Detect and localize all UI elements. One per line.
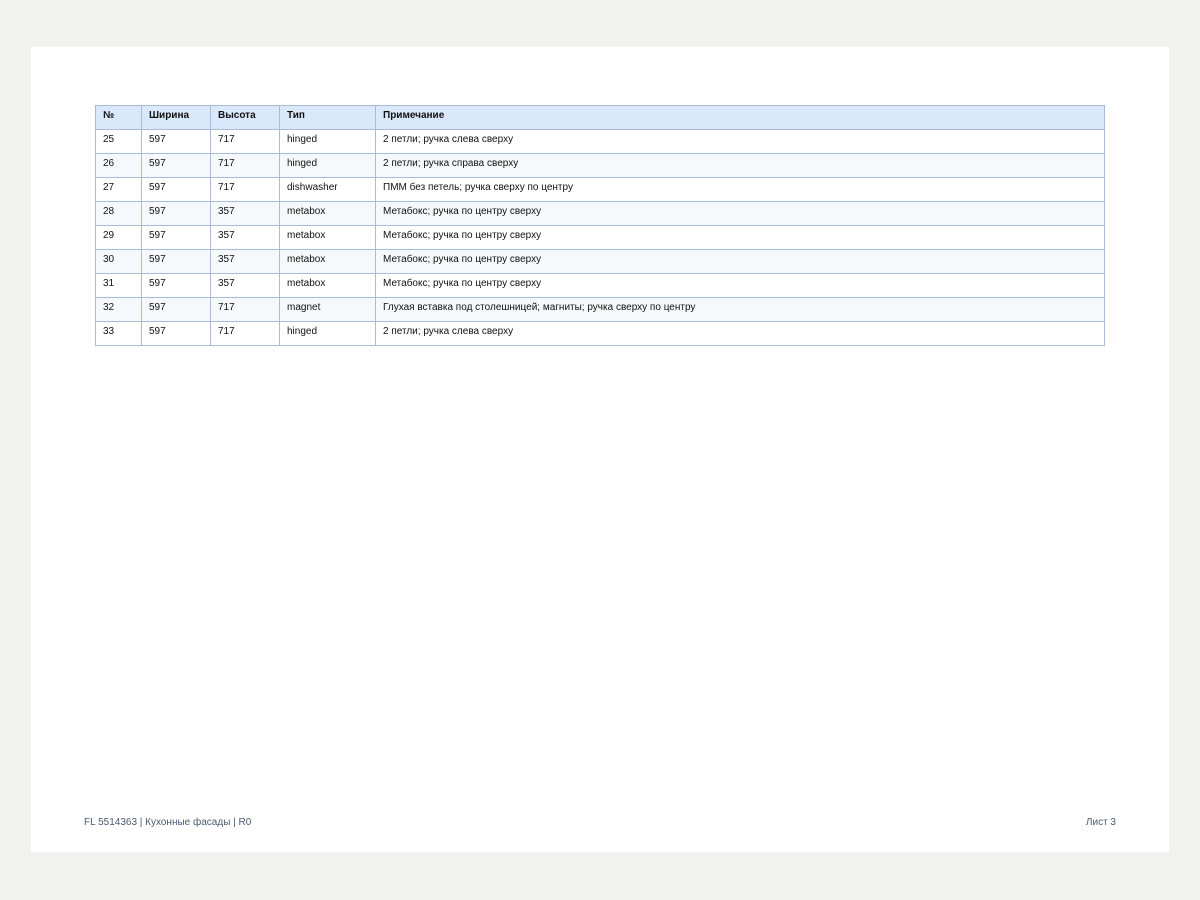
cell-width: 597 bbox=[141, 249, 211, 274]
header-height: Высота bbox=[210, 105, 280, 130]
document-page: № Ширина Высота Тип Примечание 25 597 71… bbox=[31, 47, 1169, 852]
cell-type: metabox bbox=[279, 249, 376, 274]
cell-height: 357 bbox=[210, 225, 280, 250]
cell-number: 33 bbox=[95, 321, 142, 346]
cell-width: 597 bbox=[141, 321, 211, 346]
cell-width: 597 bbox=[141, 225, 211, 250]
table-header-row: № Ширина Высота Тип Примечание bbox=[95, 105, 1105, 130]
header-note: Примечание bbox=[375, 105, 1105, 130]
cell-number: 27 bbox=[95, 177, 142, 202]
cell-width: 597 bbox=[141, 153, 211, 178]
cell-height: 357 bbox=[210, 201, 280, 226]
cell-width: 597 bbox=[141, 177, 211, 202]
cell-note: Метабокс; ручка по центру сверху bbox=[375, 225, 1105, 250]
cell-width: 597 bbox=[141, 297, 211, 322]
footer-document-info: FL 5514363 | Кухонные фасады | R0 bbox=[84, 817, 252, 828]
header-width: Ширина bbox=[141, 105, 211, 130]
cell-type: metabox bbox=[279, 201, 376, 226]
table-row: 25 597 717 hinged 2 петли; ручка слева с… bbox=[95, 129, 1105, 154]
header-number: № bbox=[95, 105, 142, 130]
cell-width: 597 bbox=[141, 201, 211, 226]
cell-height: 717 bbox=[210, 129, 280, 154]
table-row: 31 597 357 metabox Метабокс; ручка по це… bbox=[95, 273, 1105, 298]
cell-height: 357 bbox=[210, 249, 280, 274]
cell-number: 32 bbox=[95, 297, 142, 322]
cell-type: metabox bbox=[279, 273, 376, 298]
cell-note: Метабокс; ручка по центру сверху bbox=[375, 273, 1105, 298]
cell-type: metabox bbox=[279, 225, 376, 250]
table-row: 33 597 717 hinged 2 петли; ручка слева с… bbox=[95, 321, 1105, 346]
cell-note: Метабокс; ручка по центру сверху bbox=[375, 249, 1105, 274]
table-row: 32 597 717 magnet Глухая вставка под сто… bbox=[95, 297, 1105, 322]
cell-number: 25 bbox=[95, 129, 142, 154]
cell-width: 597 bbox=[141, 273, 211, 298]
cell-note: Глухая вставка под столешницей; магниты;… bbox=[375, 297, 1105, 322]
cell-note: 2 петли; ручка слева сверху bbox=[375, 129, 1105, 154]
cell-number: 30 bbox=[95, 249, 142, 274]
cell-note: 2 петли; ручка справа сверху bbox=[375, 153, 1105, 178]
cell-number: 28 bbox=[95, 201, 142, 226]
cell-height: 717 bbox=[210, 297, 280, 322]
cell-type: hinged bbox=[279, 321, 376, 346]
table-row: 28 597 357 metabox Метабокс; ручка по це… bbox=[95, 201, 1105, 226]
cell-number: 31 bbox=[95, 273, 142, 298]
table-row: 30 597 357 metabox Метабокс; ручка по це… bbox=[95, 249, 1105, 274]
facades-table: № Ширина Высота Тип Примечание 25 597 71… bbox=[95, 105, 1105, 346]
header-type: Тип bbox=[279, 105, 376, 130]
cell-note: Метабокс; ручка по центру сверху bbox=[375, 201, 1105, 226]
cell-height: 357 bbox=[210, 273, 280, 298]
cell-note: 2 петли; ручка слева сверху bbox=[375, 321, 1105, 346]
table-row: 29 597 357 metabox Метабокс; ручка по це… bbox=[95, 225, 1105, 250]
table-row: 27 597 717 dishwasher ПММ без петель; ру… bbox=[95, 177, 1105, 202]
cell-width: 597 bbox=[141, 129, 211, 154]
cell-height: 717 bbox=[210, 153, 280, 178]
cell-note: ПММ без петель; ручка сверху по центру bbox=[375, 177, 1105, 202]
cell-type: hinged bbox=[279, 129, 376, 154]
cell-type: hinged bbox=[279, 153, 376, 178]
cell-height: 717 bbox=[210, 321, 280, 346]
cell-type: dishwasher bbox=[279, 177, 376, 202]
footer-sheet-number: Лист 3 bbox=[1085, 817, 1116, 828]
table-row: 26 597 717 hinged 2 петли; ручка справа … bbox=[95, 153, 1105, 178]
cell-number: 29 bbox=[95, 225, 142, 250]
cell-type: magnet bbox=[279, 297, 376, 322]
cell-number: 26 bbox=[95, 153, 142, 178]
cell-height: 717 bbox=[210, 177, 280, 202]
